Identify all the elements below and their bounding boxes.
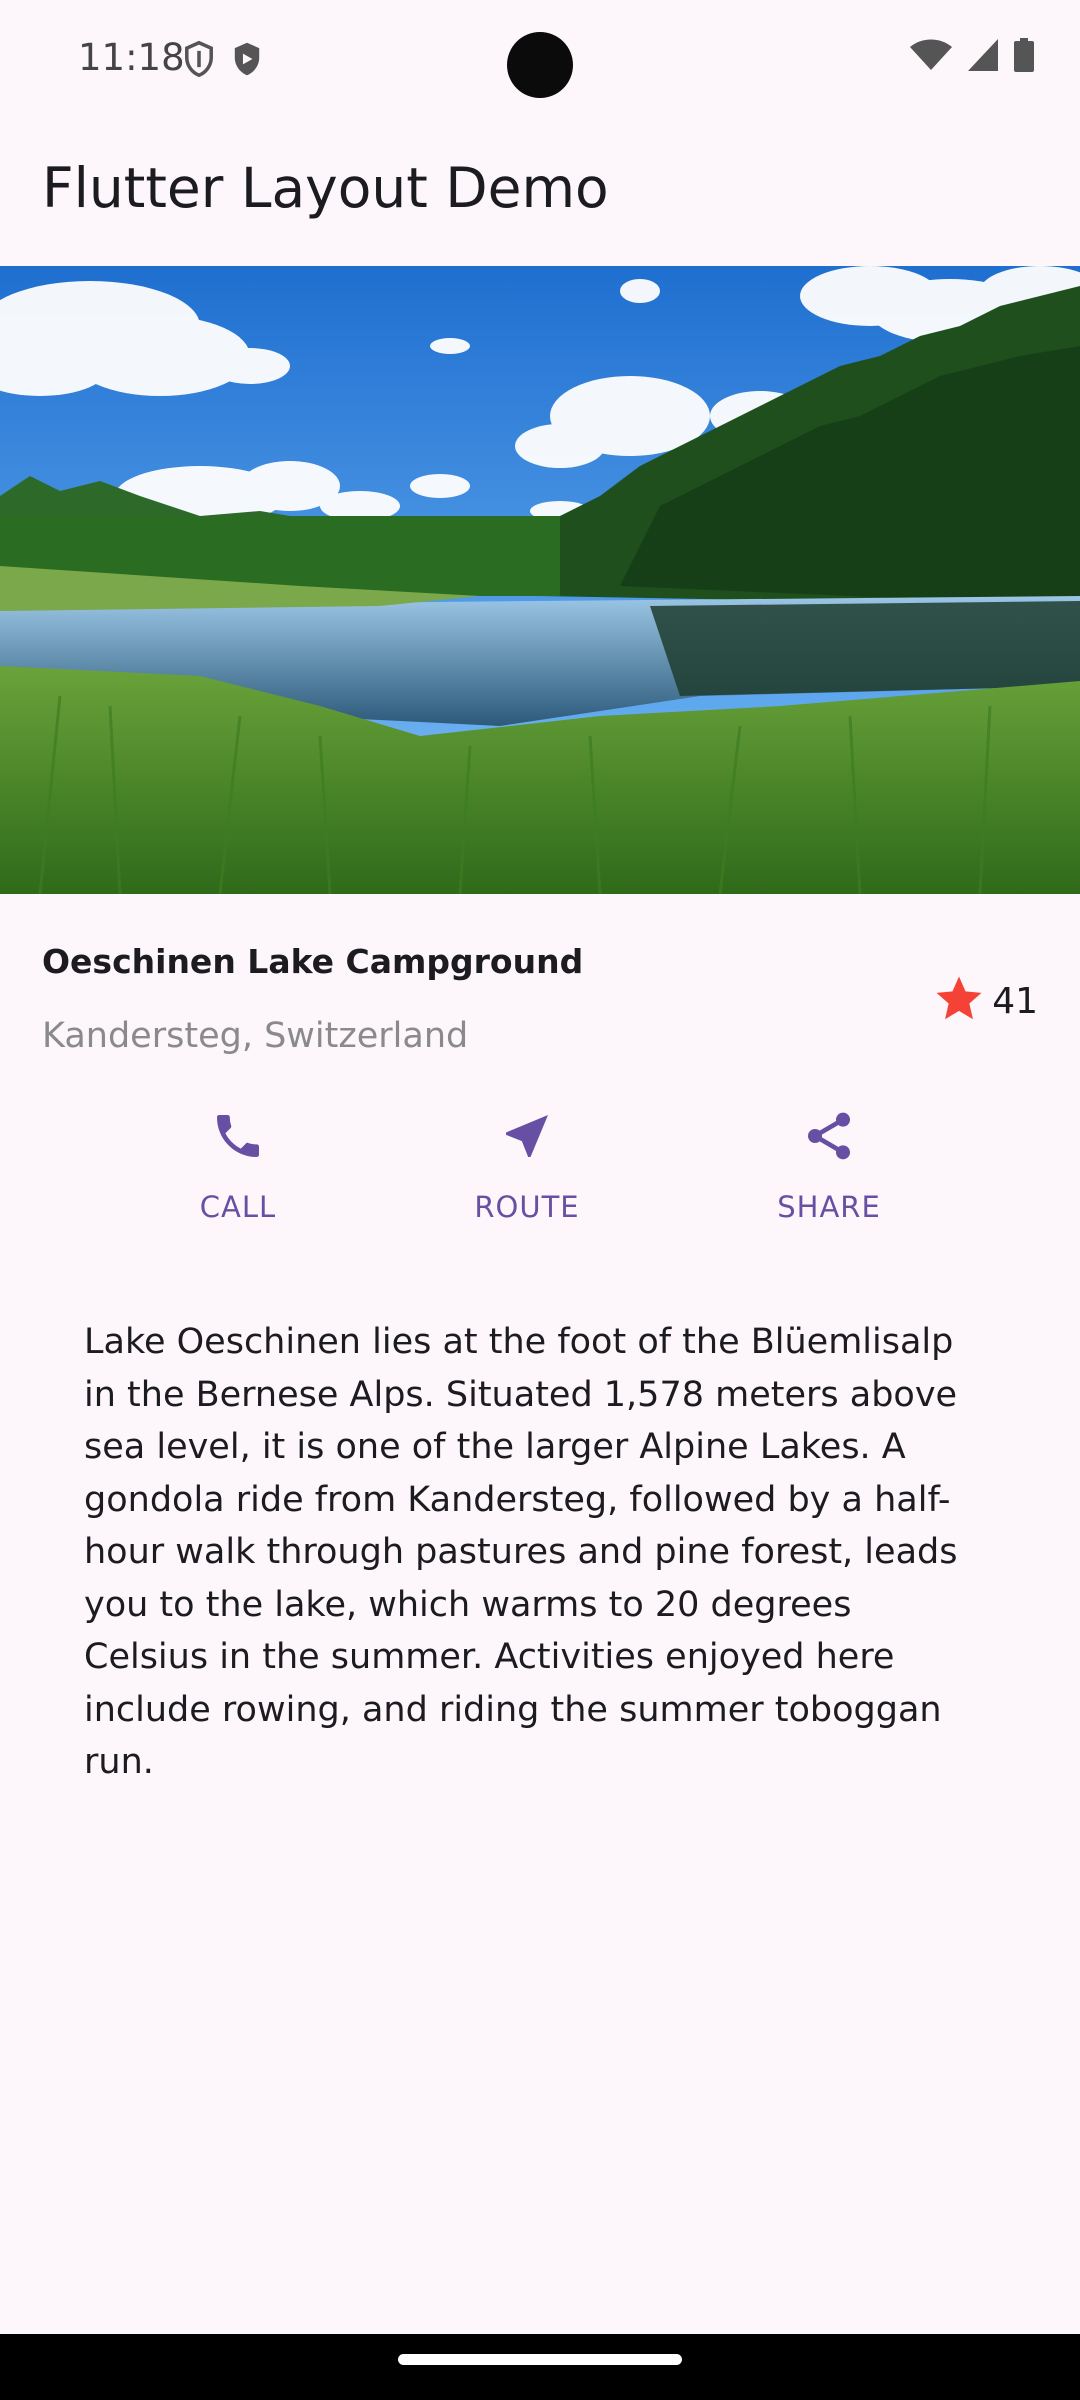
star-icon — [932, 972, 986, 1031]
rating-count: 41 — [992, 981, 1038, 1022]
system-nav-bar — [0, 2334, 1080, 2400]
status-left-icons — [182, 40, 264, 83]
app-bar-title: Flutter Layout Demo — [42, 156, 609, 220]
call-button[interactable]: CALL — [138, 1106, 338, 1236]
route-button[interactable]: ROUTE — [427, 1106, 627, 1236]
navigation-icon — [499, 1108, 555, 1169]
app-screen: 11:18 Flutter Layout Demo Oeschinen Lake… — [0, 0, 1080, 2400]
place-location: Kandersteg, Switzerland — [42, 1016, 469, 1056]
call-button-label: CALL — [199, 1190, 277, 1224]
battery-icon — [1014, 38, 1034, 77]
phone-icon — [210, 1108, 266, 1169]
hero-lake-image — [0, 266, 1080, 894]
wifi-icon — [910, 39, 952, 76]
app-bar: Flutter Layout Demo — [0, 120, 1080, 266]
home-indicator[interactable] — [398, 2354, 682, 2365]
route-button-label: ROUTE — [474, 1190, 580, 1224]
title-section: Oeschinen Lake Campground Kandersteg, Sw… — [0, 894, 1080, 1094]
status-bar: 11:18 — [0, 0, 1080, 120]
rating: 41 — [932, 972, 1038, 1031]
shield-outline-icon — [182, 40, 216, 83]
cell-signal-icon — [968, 39, 998, 76]
status-right-icons — [910, 38, 1034, 77]
action-button-row: CALL ROUTE SHARE — [0, 1094, 1080, 1244]
lake-description: Lake Oeschinen lies at the foot of the B… — [84, 1322, 958, 1782]
share-button-label: SHARE — [777, 1190, 881, 1224]
front-camera — [507, 32, 573, 98]
share-icon — [801, 1108, 857, 1169]
status-time: 11:18 — [78, 36, 185, 79]
place-name: Oeschinen Lake Campground — [42, 942, 584, 981]
share-button[interactable]: SHARE — [729, 1106, 929, 1236]
shield-filled-icon — [230, 40, 264, 83]
